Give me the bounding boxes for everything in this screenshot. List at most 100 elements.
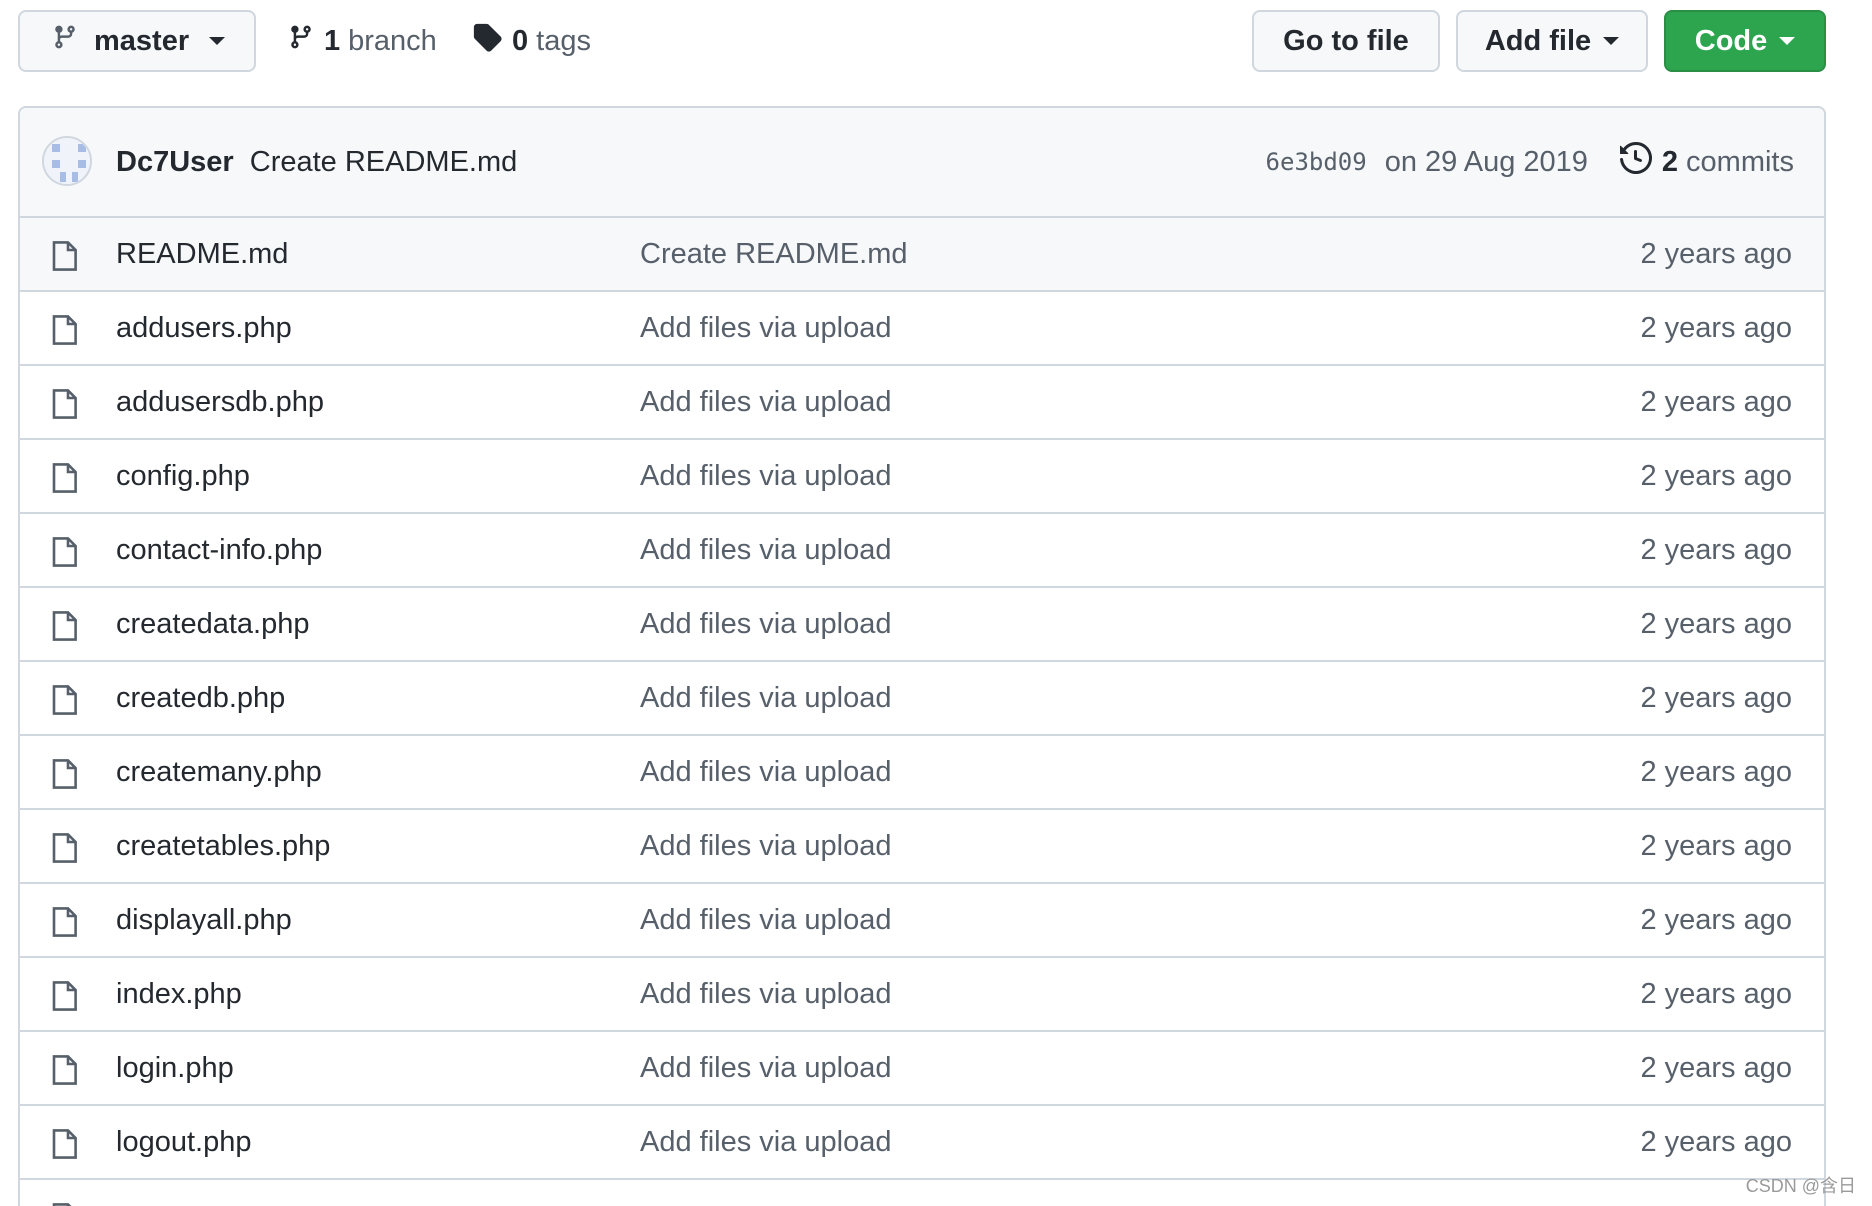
branch-selector-button[interactable]: master: [18, 10, 256, 72]
file-row[interactable]: config.php Add files via upload 2 years …: [20, 440, 1824, 514]
file-name-link[interactable]: addusersdb.php: [116, 386, 324, 419]
file-age: 2 years ago: [1640, 1051, 1792, 1084]
file-icon: [52, 462, 78, 494]
file-icon: [52, 1128, 78, 1160]
file-icon: [52, 684, 78, 716]
file-row[interactable]: createmany.php Add files via upload 2 ye…: [20, 736, 1824, 810]
latest-commit-bar: Dc7User Create README.md 6e3bd09 on 29 A…: [20, 108, 1824, 218]
commits-label: commits: [1686, 145, 1794, 178]
watermark: CSDN @含日: [1745, 1176, 1856, 1196]
file-row[interactable]: addusersdb.php Add files via upload 2 ye…: [20, 366, 1824, 440]
file-row[interactable]: [20, 1180, 1824, 1206]
file-name-link[interactable]: createdb.php: [116, 682, 285, 715]
file-age: 2 years ago: [1640, 385, 1792, 418]
file-icon: [52, 388, 78, 420]
file-commit-message-link[interactable]: Add files via upload: [640, 1126, 892, 1159]
file-commit-message-link[interactable]: Add files via upload: [640, 1052, 892, 1085]
go-to-file-label: Go to file: [1283, 24, 1409, 57]
file-icon: [52, 536, 78, 568]
file-commit-message-link[interactable]: Add files via upload: [640, 904, 892, 937]
file-list-box: Dc7User Create README.md 6e3bd09 on 29 A…: [18, 106, 1826, 1206]
branches-count: 1: [324, 24, 341, 57]
git-branch-icon: [52, 22, 78, 60]
file-commit-message-link[interactable]: Create README.md: [640, 238, 908, 271]
file-icon: [52, 240, 78, 272]
tags-label: tags: [536, 24, 591, 57]
file-row[interactable]: createtables.php Add files via upload 2 …: [20, 810, 1824, 884]
file-name-link[interactable]: addusers.php: [116, 312, 292, 345]
chevron-down-icon: [1779, 37, 1796, 45]
commit-message-link[interactable]: Create README.md: [250, 146, 518, 178]
commit-meta: 6e3bd09 on 29 Aug 2019 2 commits: [1266, 141, 1794, 182]
history-icon: [1619, 141, 1652, 182]
file-icon: [52, 1202, 78, 1206]
add-file-label: Add file: [1484, 24, 1592, 57]
tags-link[interactable]: 0 tags: [472, 10, 591, 72]
file-row[interactable]: logout.php Add files via upload 2 years …: [20, 1106, 1824, 1180]
file-icon: [52, 314, 78, 346]
file-name-link[interactable]: config.php: [116, 460, 250, 493]
file-name-link[interactable]: createdata.php: [116, 608, 309, 641]
file-name-link[interactable]: logout.php: [116, 1126, 251, 1159]
file-row[interactable]: contact-info.php Add files via upload 2 …: [20, 514, 1824, 588]
file-row[interactable]: login.php Add files via upload 2 years a…: [20, 1032, 1824, 1106]
code-button[interactable]: Code: [1664, 10, 1826, 72]
file-name-link[interactable]: contact-info.php: [116, 534, 322, 567]
tag-icon: [472, 22, 502, 60]
file-age: 2 years ago: [1640, 829, 1792, 862]
file-age: 2 years ago: [1640, 311, 1792, 344]
file-name-link[interactable]: displayall.php: [116, 904, 292, 937]
file-commit-message-link[interactable]: Add files via upload: [640, 534, 892, 567]
add-file-button[interactable]: Add file: [1456, 10, 1648, 72]
file-icon: [52, 758, 78, 790]
file-icon: [52, 906, 78, 938]
branches-label: branch: [348, 24, 437, 57]
chevron-down-icon: [209, 37, 226, 45]
file-age: 2 years ago: [1640, 459, 1792, 492]
file-icon: [52, 610, 78, 642]
latest-commit-summary: Dc7User Create README.md: [116, 146, 517, 179]
branches-link[interactable]: 1 branch: [288, 10, 437, 72]
commits-history-link[interactable]: 2 commits: [1619, 141, 1794, 182]
file-age: 2 years ago: [1640, 681, 1792, 714]
commit-author-link[interactable]: Dc7User: [116, 146, 234, 178]
file-row[interactable]: addusers.php Add files via upload 2 year…: [20, 292, 1824, 366]
file-name-link[interactable]: README.md: [116, 238, 288, 271]
file-name-link[interactable]: createmany.php: [116, 756, 322, 789]
file-row[interactable]: createdata.php Add files via upload 2 ye…: [20, 588, 1824, 662]
file-age: 2 years ago: [1640, 533, 1792, 566]
file-commit-message-link[interactable]: Add files via upload: [640, 682, 892, 715]
file-row[interactable]: createdb.php Add files via upload 2 year…: [20, 662, 1824, 736]
file-age: 2 years ago: [1640, 903, 1792, 936]
file-list: README.md Create README.md 2 years ago a…: [20, 218, 1824, 1206]
file-age: 2 years ago: [1640, 755, 1792, 788]
file-age: 2 years ago: [1640, 607, 1792, 640]
file-icon: [52, 1054, 78, 1086]
repo-toolbar: master 1 branch 0 tags Go to file Add fi…: [18, 10, 1826, 74]
commits-count: 2: [1661, 145, 1679, 178]
file-commit-message-link[interactable]: Add files via upload: [640, 608, 892, 641]
file-name-link[interactable]: login.php: [116, 1052, 234, 1085]
file-icon: [52, 832, 78, 864]
file-commit-message-link[interactable]: Add files via upload: [640, 386, 892, 419]
file-age: 2 years ago: [1640, 237, 1792, 270]
file-name-link[interactable]: createtables.php: [116, 830, 330, 863]
file-row[interactable]: displayall.php Add files via upload 2 ye…: [20, 884, 1824, 958]
file-commit-message-link[interactable]: Add files via upload: [640, 756, 892, 789]
file-age: 2 years ago: [1640, 977, 1792, 1010]
file-row[interactable]: index.php Add files via upload 2 years a…: [20, 958, 1824, 1032]
file-commit-message-link[interactable]: Add files via upload: [640, 978, 892, 1011]
file-name-link[interactable]: index.php: [116, 978, 242, 1011]
go-to-file-button[interactable]: Go to file: [1252, 10, 1440, 72]
file-commit-message-link[interactable]: Add files via upload: [640, 460, 892, 493]
git-branch-icon: [288, 22, 314, 60]
chevron-down-icon: [1603, 37, 1620, 45]
file-commit-message-link[interactable]: Add files via upload: [640, 830, 892, 863]
avatar[interactable]: [42, 136, 92, 186]
file-row[interactable]: README.md Create README.md 2 years ago: [20, 218, 1824, 292]
file-commit-message-link[interactable]: Add files via upload: [640, 312, 892, 345]
commit-date: on 29 Aug 2019: [1384, 145, 1588, 178]
commit-sha-link[interactable]: 6e3bd09: [1266, 148, 1367, 176]
branch-selector-label: master: [94, 24, 190, 57]
repo-file-browser: master 1 branch 0 tags Go to file Add fi…: [0, 0, 1872, 1206]
